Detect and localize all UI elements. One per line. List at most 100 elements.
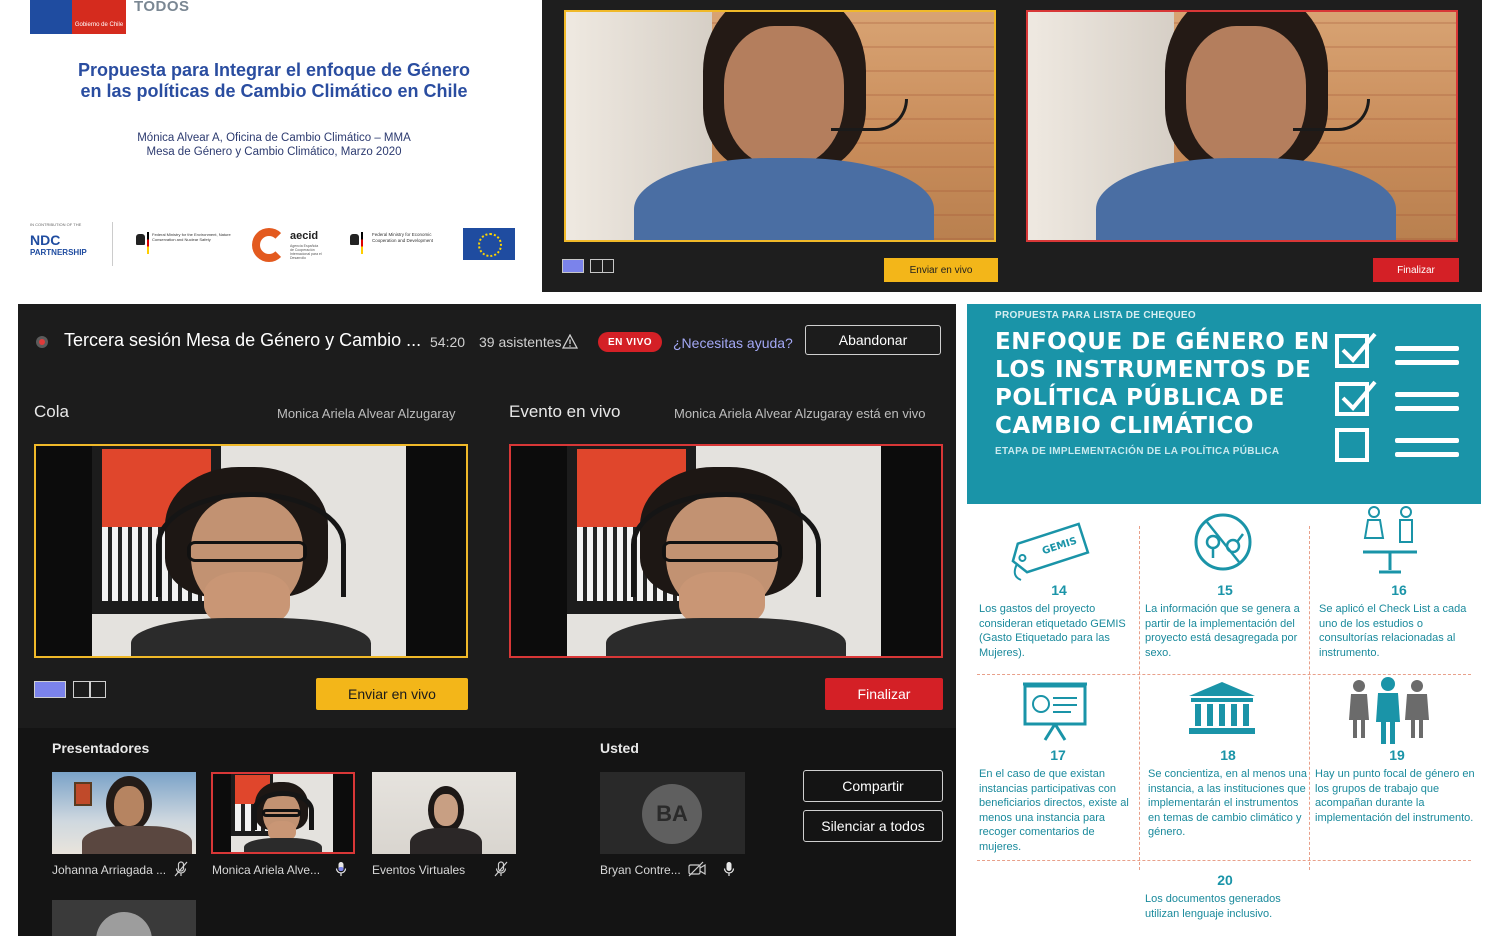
queue-presenter-name: Monica Ariela Alvear Alzugaray — [277, 406, 456, 421]
presentation-board-icon — [1023, 682, 1087, 741]
eu-flag-icon — [463, 228, 515, 260]
checklist-item: 18 Se concientiza, en al menos una insta… — [1148, 747, 1308, 840]
producer-view-small: Enviar en vivo Finalizar — [542, 0, 1482, 292]
split-layout-icon[interactable] — [73, 681, 106, 698]
composite-screenshot: Gobierno de Chile TODOS Propuesta para I… — [0, 0, 1500, 936]
item-text: Se concientiza, en al menos una instanci… — [1148, 768, 1307, 838]
checklist-item: 19 Hay un punto focal de género en los g… — [1315, 747, 1479, 825]
eagle-icon — [350, 234, 359, 245]
checklist-item: 17 En el caso de que existan instancias … — [979, 747, 1137, 854]
headset-icon — [831, 98, 909, 131]
item-text: Los documentos generados utilizan lengua… — [1145, 893, 1281, 920]
live-video[interactable] — [509, 444, 943, 658]
list-line-icon — [1395, 346, 1459, 351]
slide-title: Propuesta para Integrar el enfoque de Gé… — [77, 60, 471, 101]
self-tile[interactable]: BA — [600, 772, 745, 854]
mic-muted-icon[interactable] — [494, 861, 508, 877]
recording-icon — [36, 336, 48, 348]
single-layout-icon[interactable] — [34, 681, 66, 698]
item-text: Se aplicó el Check List a cada uno de lo… — [1319, 603, 1467, 659]
aecid-logo: aecid Agencia Española de Cooperación In… — [252, 228, 322, 262]
item-text: La información que se genera a partir de… — [1145, 603, 1300, 659]
gemis-tag-label: GEMIS — [1041, 536, 1079, 558]
finish-button[interactable]: Finalizar — [1373, 258, 1459, 282]
checklist-infographic: PROPUESTA PARA LISTA DE CHEQUEO ENFOQUE … — [967, 304, 1481, 936]
single-layout-icon[interactable] — [562, 259, 584, 273]
list-line-icon — [1395, 452, 1459, 457]
headset-icon — [1293, 98, 1371, 131]
ndc-partnership-logo: NDC PARTNERSHIP — [30, 232, 87, 257]
empty-box-icon — [1335, 428, 1369, 462]
presenter-thumbnail[interactable] — [52, 900, 196, 936]
item-number: 20 — [1217, 872, 1233, 888]
gender-symbols-icon — [1194, 513, 1252, 571]
bmz-logo: Federal Ministry for Economic Cooperatio… — [350, 232, 450, 258]
presenter-thumbnail[interactable] — [211, 772, 355, 854]
list-line-icon — [1395, 438, 1459, 443]
item-number: 14 — [1051, 582, 1067, 598]
infographic-title: ENFOQUE DE GÉNERO EN LOS INSTRUMENTOS DE… — [995, 329, 1330, 439]
presenter-name: Eventos Virtuales — [372, 863, 466, 877]
live-video[interactable] — [1026, 10, 1458, 242]
attendee-count[interactable]: 39 asistentes — [479, 334, 562, 350]
mic-icon[interactable] — [334, 861, 348, 877]
teams-live-event-window: Tercera sesión Mesa de Género y Cambio .… — [18, 304, 956, 936]
item-number: 16 — [1391, 582, 1407, 598]
presenter-thumbnail[interactable] — [52, 772, 196, 854]
send-live-button[interactable]: Enviar en vivo — [884, 258, 998, 282]
meeting-timer: 54:20 — [430, 334, 466, 350]
checklist-item: 20 Los documentos generados utilizan len… — [1145, 872, 1305, 921]
sponsor-logos: IN CONTRIBUTION OF THE NDC PARTNERSHIP Fe… — [30, 218, 520, 268]
share-button[interactable]: Compartir — [803, 770, 943, 802]
live-status-text: Monica Ariela Alvear Alzugaray está en v… — [674, 406, 926, 421]
queue-video[interactable] — [564, 10, 996, 242]
checkmarks-icon — [1341, 332, 1377, 411]
live-event-label: Evento en vivo — [509, 402, 621, 421]
infographic-stage: ETAPA DE IMPLEMENTACIÓN DE LA POLÍTICA P… — [995, 446, 1280, 457]
you-heading: Usted — [600, 740, 639, 756]
bmu-logo: Federal Ministry for the Environment, Na… — [136, 232, 231, 256]
meeting-title: Tercera sesión Mesa de Género y Cambio .… — [64, 330, 422, 350]
item-number: 17 — [1050, 747, 1066, 763]
presenter-thumbnail[interactable] — [372, 772, 516, 854]
camera-off-icon[interactable] — [688, 861, 706, 877]
live-badge: EN VIVO — [598, 332, 662, 352]
gemis-tag-icon: GEMIS — [1011, 522, 1090, 581]
item-number: 18 — [1220, 747, 1236, 763]
list-line-icon — [1395, 406, 1459, 411]
infographic-header: PROPUESTA PARA LISTA DE CHEQUEO ENFOQUE … — [967, 304, 1481, 504]
brand-word: TODOS — [134, 0, 190, 15]
list-line-icon — [1395, 360, 1459, 365]
institution-building-icon — [1189, 682, 1255, 734]
presenters-heading: Presentadores — [52, 740, 150, 756]
item-number: 19 — [1389, 747, 1405, 763]
presentation-slide: Gobierno de Chile TODOS Propuesta para I… — [0, 0, 540, 290]
leave-button[interactable]: Abandonar — [805, 325, 941, 355]
avatar: BA — [642, 784, 702, 844]
eagle-icon — [136, 234, 145, 245]
mic-icon[interactable] — [722, 861, 736, 877]
queue-video[interactable] — [34, 444, 468, 658]
item-text: Los gastos del proyecto consideran etiqu… — [979, 603, 1126, 659]
mic-muted-icon[interactable] — [174, 861, 188, 877]
list-line-icon — [1395, 392, 1459, 397]
presenter-name: Monica Ariela Alve... — [212, 863, 321, 877]
mute-all-button[interactable]: Silenciar a todos — [803, 810, 943, 842]
checklist-item: 15 La información que se genera a partir… — [1145, 582, 1305, 660]
send-live-button[interactable]: Enviar en vivo — [316, 678, 468, 710]
checklist-item: 14 Los gastos del proyecto consideran et… — [979, 582, 1139, 660]
warning-icon[interactable] — [562, 334, 578, 349]
finish-button[interactable]: Finalizar — [825, 678, 943, 710]
help-link[interactable]: ¿Necesitas ayuda? — [673, 335, 793, 351]
self-name: Bryan Contre... — [600, 863, 681, 877]
checklist-item: 16 Se aplicó el Check List a cada uno de… — [1319, 582, 1479, 660]
slide-subtitle: Mónica Alvear A, Oficina de Cambio Climá… — [137, 132, 411, 158]
queue-label: Cola — [34, 402, 69, 421]
item-number: 15 — [1217, 582, 1233, 598]
item-text: En el caso de que existan instancias par… — [979, 768, 1129, 853]
team-people-icon — [1349, 677, 1429, 744]
split-layout-icon[interactable] — [590, 259, 614, 273]
gobierno-de-chile-logo: Gobierno de Chile — [30, 0, 126, 34]
item-text: Hay un punto focal de género en los grup… — [1315, 768, 1475, 824]
presenter-name: Johanna Arriagada ... — [52, 863, 167, 877]
